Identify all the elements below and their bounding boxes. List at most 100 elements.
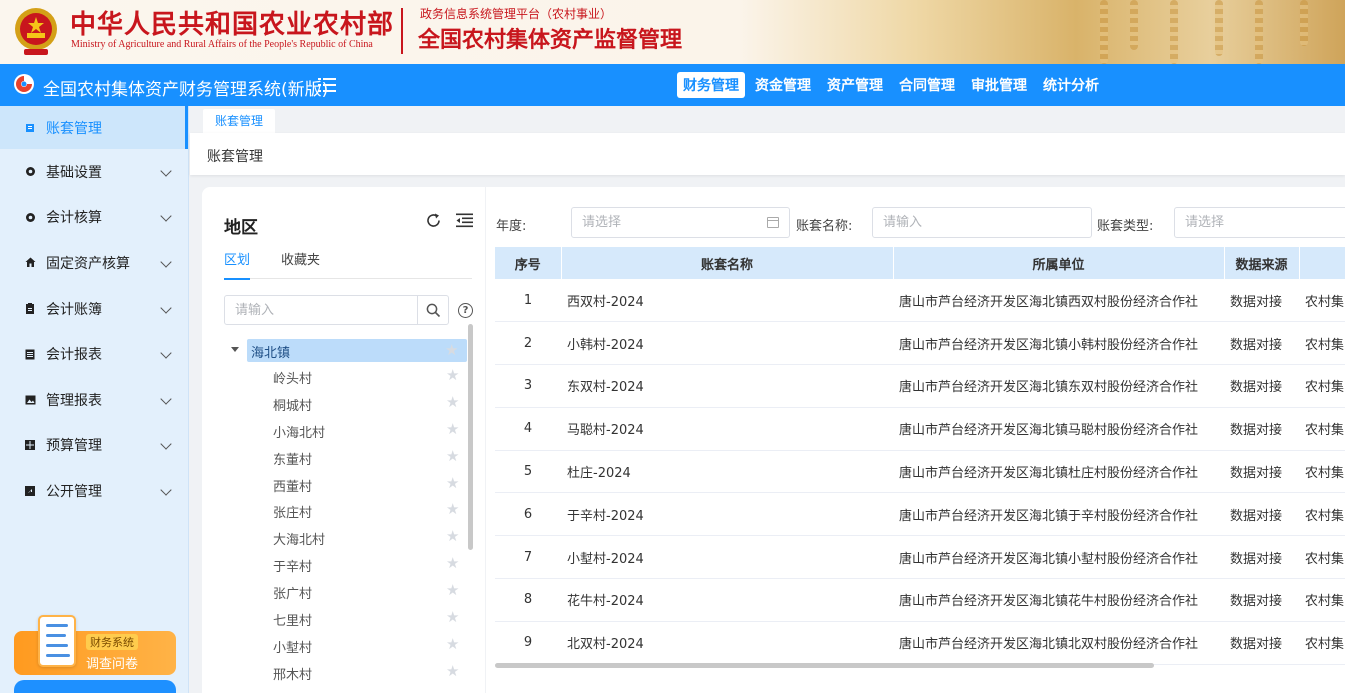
star-icon[interactable]: ★ <box>446 663 462 679</box>
sidebar-item-management-reports[interactable]: 管理报表 <box>0 377 188 423</box>
cell-ledger-type: 农村集 <box>1299 535 1345 580</box>
star-icon[interactable]: ★ <box>446 528 462 544</box>
top-menu-assets[interactable]: 资产管理 <box>821 72 889 98</box>
tree-node-root[interactable]: 海北镇 ★ <box>231 339 467 362</box>
cell-ledger-type: 农村集 <box>1299 578 1345 622</box>
star-icon[interactable]: ★ <box>446 448 462 464</box>
star-icon[interactable]: ★ <box>446 501 462 517</box>
star-icon[interactable]: ★ <box>445 342 461 358</box>
sidebar-item-disclosure-management[interactable]: 公开管理 <box>0 468 188 514</box>
ledger-list-panel: 年度: 账套名称: 账套类型: 序号 账套名称 所属单位 数据来源 1西双村-2… <box>486 187 1345 693</box>
star-icon[interactable]: ★ <box>446 582 462 598</box>
secondary-card[interactable] <box>14 680 176 693</box>
star-icon[interactable]: ★ <box>446 609 462 625</box>
calendar-icon[interactable] <box>767 217 779 228</box>
region-search-input[interactable] <box>224 295 418 325</box>
tab-favorites[interactable]: 收藏夹 <box>281 249 320 278</box>
tree-node[interactable]: 张庄村 ★ <box>224 496 468 523</box>
sidebar-item-ledger-management[interactable]: 账套管理 <box>0 106 188 149</box>
sidebar-item-account-books[interactable]: 会计账簿 <box>0 286 188 332</box>
cell-unit: 唐山市芦台经济开发区海北镇北双村股份经济合作社 <box>893 621 1224 665</box>
collapse-tree-icon[interactable] <box>456 213 473 228</box>
region-search-button[interactable] <box>417 295 449 325</box>
star-icon[interactable]: ★ <box>446 394 462 410</box>
cell-unit: 唐山市芦台经济开发区海北镇杜庄村股份经济合作社 <box>893 450 1224 494</box>
table-horizontal-scrollbar[interactable] <box>495 663 1154 668</box>
table-row[interactable]: 5 杜庄-2024 唐山市芦台经济开发区海北镇杜庄村股份经济合作社 数据对接 农村集 <box>495 450 1345 494</box>
survey-card[interactable]: 财务系统 调查问卷 <box>14 615 176 675</box>
tree-node-label: 七里村 <box>273 614 313 630</box>
top-menu-approval[interactable]: 审批管理 <box>965 72 1033 98</box>
sidebar-item-fixed-assets[interactable]: 固定资产核算 <box>0 240 188 286</box>
star-icon[interactable]: ★ <box>446 475 462 491</box>
tree-node-label: 邢木村 <box>273 667 313 683</box>
cell-ledger-name: 马聪村-2024 <box>561 407 893 451</box>
cell-data-source: 数据对接 <box>1224 407 1299 451</box>
column-header-index[interactable]: 序号 <box>495 247 562 279</box>
tree-node-label: 于辛村 <box>273 560 313 576</box>
export-icon <box>24 485 36 497</box>
top-menu-finance[interactable]: 财务管理 <box>677 72 745 98</box>
cell-ledger-type: 农村集 <box>1299 321 1345 366</box>
tree-scrollbar[interactable] <box>468 324 473 550</box>
sidebar-item-budget-management[interactable]: 预算管理 <box>0 423 188 469</box>
sidebar-item-label: 会计账簿 <box>46 301 102 318</box>
table-row[interactable]: 8 花牛村-2024 唐山市芦台经济开发区海北镇花牛村股份经济合作社 数据对接 农村集 <box>495 578 1345 622</box>
ledger-type-filter-label: 账套类型: <box>1097 219 1154 234</box>
table-row[interactable]: 6 于辛村-2024 唐山市芦台经济开发区海北镇于辛村股份经济合作社 数据对接 农村集 <box>495 492 1345 537</box>
tree-node-label: 小堼村 <box>273 640 313 656</box>
column-header-unit[interactable]: 所属单位 <box>893 247 1225 279</box>
top-menu-contracts[interactable]: 合同管理 <box>893 72 961 98</box>
tree-node[interactable]: 小海北村 ★ <box>224 416 468 443</box>
table-row[interactable]: 4 马聪村-2024 唐山市芦台经济开发区海北镇马聪村股份经济合作社 数据对接 农村集 <box>495 407 1345 451</box>
tree-node[interactable]: 张广村 ★ <box>224 577 468 604</box>
wheat-decoration <box>1300 0 1308 46</box>
tree-node-label: 桐城村 <box>273 398 313 414</box>
tree-node[interactable]: 桐城村 ★ <box>224 389 468 416</box>
menu-toggle-icon[interactable] <box>318 77 336 93</box>
column-header-data-source[interactable]: 数据来源 <box>1224 247 1300 279</box>
cell-ledger-type: 农村集 <box>1299 621 1345 665</box>
help-icon[interactable]: ? <box>458 303 473 318</box>
tree-node[interactable]: 东董村 ★ <box>224 443 468 470</box>
tree-node[interactable]: 岭头村 ★ <box>224 362 468 389</box>
cell-ledger-name: 小韩村-2024 <box>561 321 893 366</box>
tab-division[interactable]: 区划 <box>224 249 251 280</box>
sidebar-item-basic-settings[interactable]: 基础设置 <box>0 149 188 195</box>
star-icon[interactable]: ★ <box>446 367 462 383</box>
table-row[interactable]: 2 小韩村-2024 唐山市芦台经济开发区海北镇小韩村股份经济合作社 数据对接 农村集 <box>495 321 1345 366</box>
table-row[interactable]: 3 东双村-2024 唐山市芦台经济开发区海北镇东双村股份经济合作社 数据对接 农村集 <box>495 364 1345 408</box>
tab-ledger-management[interactable]: 账套管理 <box>203 109 276 133</box>
cell-index: 3 <box>495 364 561 408</box>
sidebar-item-accounting-reports[interactable]: 会计报表 <box>0 331 188 377</box>
year-select[interactable] <box>571 207 790 238</box>
table-row[interactable]: 7 小堼村-2024 唐山市芦台经济开发区海北镇小堼村股份经济合作社 数据对接 农村集 <box>495 535 1345 580</box>
cell-ledger-name: 花牛村-2024 <box>561 578 893 622</box>
sidebar-item-label: 会计核算 <box>46 210 102 227</box>
table-row[interactable]: 1 西双村-2024 唐山市芦台经济开发区海北镇西双村股份经济合作社 数据对接 农村集 <box>495 279 1345 323</box>
top-menu-statistics[interactable]: 统计分析 <box>1037 72 1105 98</box>
column-header-ledger-type[interactable] <box>1299 247 1345 279</box>
ledger-type-select[interactable] <box>1174 207 1345 238</box>
caret-down-icon[interactable] <box>231 347 239 352</box>
table-row[interactable]: 9 北双村-2024 唐山市芦台经济开发区海北镇北双村股份经济合作社 数据对接 农村集 <box>495 621 1345 665</box>
column-header-ledger-name[interactable]: 账套名称 <box>561 247 894 279</box>
refresh-icon[interactable] <box>425 212 442 229</box>
sidebar-item-label: 预算管理 <box>46 438 102 455</box>
tree-node-label: 大海北村 <box>273 533 326 549</box>
ledger-name-input[interactable] <box>872 207 1092 238</box>
tree-node[interactable]: 邢木村 ★ <box>224 658 468 685</box>
star-icon[interactable]: ★ <box>446 636 462 652</box>
cell-index: 4 <box>495 407 561 451</box>
tree-node[interactable]: 小堼村 ★ <box>224 631 468 658</box>
tree-node[interactable]: 大海北村 ★ <box>224 523 468 550</box>
star-icon[interactable]: ★ <box>446 555 462 571</box>
tree-node[interactable]: 七里村 ★ <box>224 604 468 631</box>
tree-node[interactable]: 西董村 ★ <box>224 470 468 497</box>
sidebar-item-label: 账套管理 <box>46 120 102 137</box>
tree-node[interactable]: 于辛村 ★ <box>224 550 468 577</box>
sidebar-item-accounting[interactable]: 会计核算 <box>0 195 188 241</box>
star-icon[interactable]: ★ <box>446 421 462 437</box>
top-menu-funds[interactable]: 资金管理 <box>749 72 817 98</box>
survey-label: 调查问卷 <box>86 657 139 672</box>
